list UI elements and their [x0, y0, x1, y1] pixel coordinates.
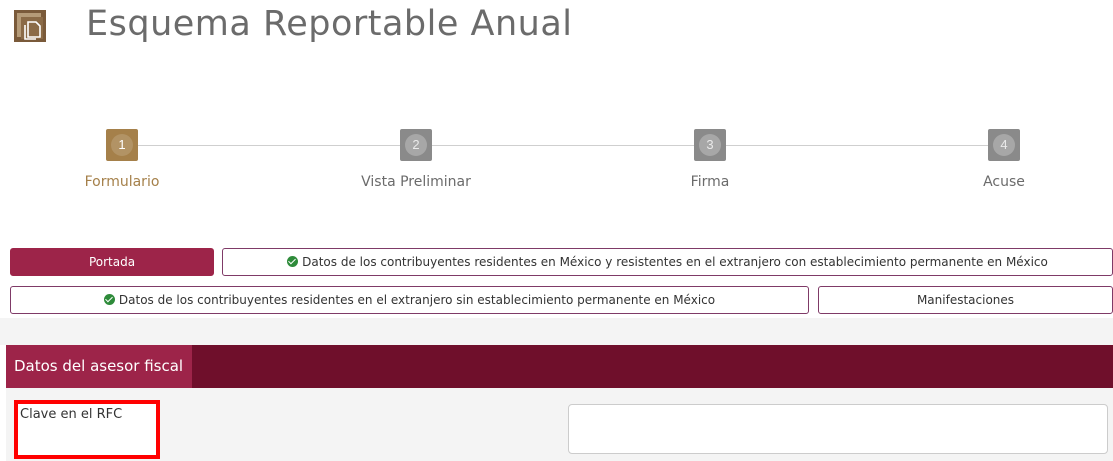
step-number: 1	[111, 134, 133, 156]
tab-label: Datos de los contribuyentes residentes e…	[302, 255, 1048, 269]
check-circle-icon	[103, 294, 115, 305]
tab-label: Datos de los contribuyentes residentes e…	[118, 293, 716, 307]
progress-stepper: 1 Formulario 2 Vista Preliminar 3 Firma …	[0, 126, 1113, 196]
section-header: Datos del asesor fiscal	[6, 345, 1113, 388]
tab-manifestaciones[interactable]: Manifestaciones	[818, 286, 1113, 314]
copy-documents-icon	[14, 10, 46, 42]
step-number: 3	[699, 134, 721, 156]
step-firma[interactable]: 3 Firma	[630, 126, 790, 190]
step-badge: 2	[400, 129, 432, 161]
stepper-line	[138, 145, 998, 146]
step-label: Firma	[690, 174, 730, 190]
page-header: Esquema Reportable Anual	[0, 0, 1113, 60]
tab-datos-residentes-extranjero[interactable]: Datos de los contribuyentes residentes e…	[10, 286, 809, 314]
step-number: 4	[993, 134, 1015, 156]
step-number: 2	[405, 134, 427, 156]
step-vista-preliminar[interactable]: 2 Vista Preliminar	[336, 126, 496, 190]
form-area: Clave en el RFC	[6, 388, 1113, 461]
step-label: Acuse	[983, 174, 1025, 190]
step-acuse[interactable]: 4 Acuse	[924, 126, 1084, 190]
rfc-label: Clave en el RFC	[20, 407, 123, 422]
rfc-input[interactable]	[568, 404, 1108, 454]
page-title: Esquema Reportable Anual	[86, 4, 573, 44]
tabs-spacer	[0, 318, 1113, 345]
tab-datos-residentes-mexico[interactable]: Datos de los contribuyentes residentes e…	[222, 248, 1113, 276]
tab-label: Portada	[88, 255, 136, 269]
tab-label: Manifestaciones	[916, 293, 1015, 307]
tab-portada[interactable]: Portada	[10, 248, 214, 276]
step-label: Vista Preliminar	[361, 174, 471, 190]
check-circle-icon	[287, 256, 299, 267]
step-badge: 1	[106, 129, 138, 161]
step-badge: 3	[694, 129, 726, 161]
step-formulario[interactable]: 1 Formulario	[42, 126, 202, 190]
step-label: Formulario	[84, 174, 160, 190]
step-badge: 4	[988, 129, 1020, 161]
section-title[interactable]: Datos del asesor fiscal	[6, 345, 192, 388]
